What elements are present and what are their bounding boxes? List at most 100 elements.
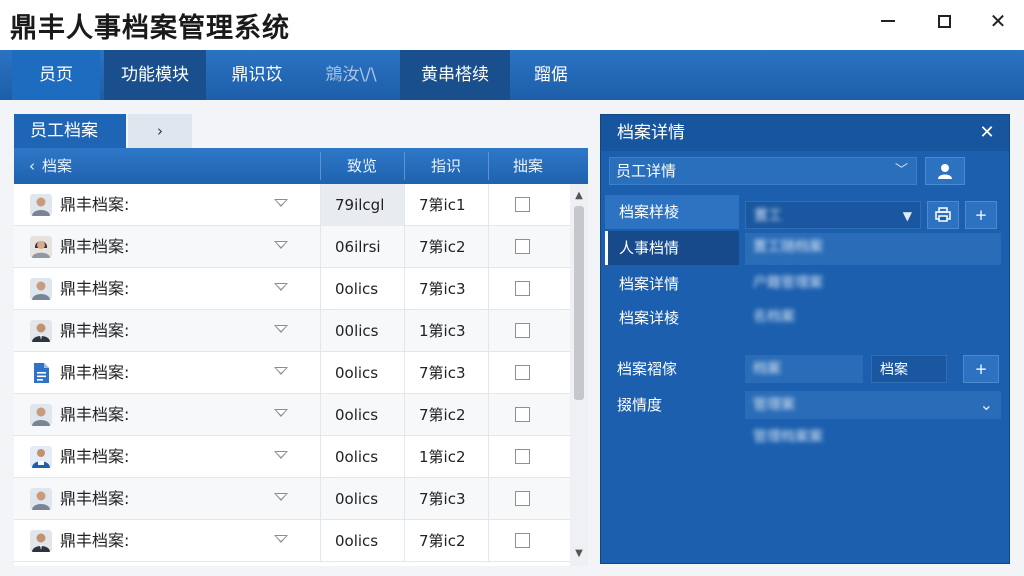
maximize-icon	[937, 14, 951, 28]
menu-item-3[interactable]: 鼎识苡	[212, 50, 302, 100]
table-row[interactable]: 鼎丰档案: 0olics 1第ic2	[14, 436, 570, 478]
detail-nav-item-2[interactable]: 人事档情	[605, 231, 739, 265]
scroll-up-icon[interactable]: ▲	[570, 188, 588, 204]
tab-strip: 员工档案 ›	[14, 114, 588, 148]
caret-down-icon[interactable]	[274, 493, 288, 501]
row-checkbox[interactable]	[515, 449, 530, 464]
row-name: 鼎丰档案:	[60, 489, 130, 508]
table-row[interactable]: 鼎丰档案: 0olics 7第ic2	[14, 394, 570, 436]
column-header-1[interactable]: 致览	[320, 148, 404, 184]
tab-next-button[interactable]: ›	[128, 114, 192, 148]
menu-item-6[interactable]: 蹓倨	[512, 50, 590, 100]
table-row[interactable]: 鼎丰档案: 0olics 7第ic3	[14, 478, 570, 520]
row-cell-3	[488, 268, 570, 310]
table-row[interactable]: 鼎丰档案: 06ilrsi 7第ic2	[14, 226, 570, 268]
row-name: 鼎丰档案:	[60, 237, 130, 256]
close-button[interactable]: ✕	[978, 6, 1018, 36]
caret-down-icon[interactable]	[274, 367, 288, 375]
field-a1-value: 档案	[753, 361, 781, 377]
row-checkbox[interactable]	[515, 239, 530, 254]
caret-down-icon: ▼	[902, 209, 912, 223]
menu-item-modules[interactable]: 功能模块	[104, 50, 206, 100]
close-icon: ✕	[989, 9, 1007, 33]
caret-down-icon[interactable]	[274, 199, 288, 207]
row-cell-3	[488, 352, 570, 394]
row-cell-3	[488, 436, 570, 478]
detail-nav-item-1[interactable]: 档案样棱	[605, 195, 739, 229]
department-select[interactable]: 置工 ▼	[745, 201, 921, 229]
field-b-value: 管理案	[753, 397, 795, 413]
row-checkbox[interactable]	[515, 323, 530, 338]
column-header-3[interactable]: 拙案	[488, 148, 568, 184]
row-checkbox[interactable]	[515, 491, 530, 506]
caret-down-icon[interactable]	[274, 535, 288, 543]
add-button-1[interactable]: +	[965, 201, 997, 229]
person-suit-icon	[30, 530, 52, 552]
row-checkbox[interactable]	[515, 533, 530, 548]
caret-down-icon[interactable]	[274, 325, 288, 333]
person-male-icon	[30, 488, 52, 510]
detail-type-value: 员工详情	[616, 162, 677, 180]
scroll-thumb[interactable]	[574, 206, 584, 400]
chevron-down-icon: ⌄	[979, 395, 993, 414]
row-cell-1: 79ilcgl	[320, 184, 404, 226]
row-cell-3	[488, 226, 570, 268]
person-male-icon	[30, 278, 52, 300]
row-cell-2: 1第ic2	[404, 436, 488, 478]
row-cell-3	[488, 520, 570, 562]
row-checkbox[interactable]	[515, 281, 530, 296]
row-cell-1: 06ilrsi	[320, 226, 404, 268]
row-name: 鼎丰档案:	[60, 321, 130, 340]
row-name: 鼎丰档案:	[60, 531, 130, 550]
detail-type-select[interactable]: 员工详情 ﹀	[609, 157, 917, 185]
table-row[interactable]: 鼎丰档案: 79ilcgl 7第ic1	[14, 184, 570, 226]
caret-down-icon[interactable]	[274, 409, 288, 417]
print-button[interactable]	[927, 201, 959, 229]
field-b-select[interactable]: 管理案 ⌄	[745, 391, 1001, 419]
row-cell-1: 0olics	[320, 352, 404, 394]
tab-employee-archive[interactable]: 员工档案	[14, 114, 126, 148]
row-cell-2: 1第ic3	[404, 310, 488, 352]
row-checkbox[interactable]	[515, 365, 530, 380]
table-row[interactable]: 鼎丰档案: 0olics 7第ic3	[14, 352, 570, 394]
column-header-name[interactable]: 档案	[42, 148, 82, 184]
row-cell-2: 7第ic3	[404, 478, 488, 520]
user-search-icon	[938, 164, 952, 179]
person-female-icon	[30, 236, 52, 258]
maximize-button[interactable]	[924, 6, 964, 36]
caret-down-icon[interactable]	[274, 241, 288, 249]
field-a2-input[interactable]: 档案	[871, 355, 947, 383]
row-cell-2: 7第ic1	[404, 184, 488, 226]
field-label-a: 档案褶傢	[617, 360, 678, 378]
menu-bar: 员页 功能模块 鼎识苡 鵍汝\/\ 黄串榙续 蹓倨	[0, 50, 1024, 100]
menu-item-5[interactable]: 黄串榙续	[400, 50, 510, 100]
caret-down-icon[interactable]	[274, 283, 288, 291]
column-header-2[interactable]: 指识	[404, 148, 488, 184]
title-bar: 鼎丰人事档案管理系统 ✕	[0, 0, 1024, 50]
menu-item-home[interactable]: 员页	[12, 50, 100, 100]
row-cell-2: 7第ic2	[404, 226, 488, 268]
printer-icon	[935, 207, 951, 222]
row-checkbox[interactable]	[515, 197, 530, 212]
row-cell-2: 7第ic2	[404, 394, 488, 436]
detail-nav-item-3[interactable]: 档案详情	[605, 267, 739, 301]
row-checkbox[interactable]	[515, 407, 530, 422]
app-title: 鼎丰人事档案管理系统	[10, 13, 290, 44]
caret-down-icon[interactable]	[274, 451, 288, 459]
menu-item-4[interactable]: 鵍汝\/\	[304, 50, 398, 100]
user-search-button[interactable]	[925, 157, 965, 185]
add-button-2[interactable]: +	[963, 355, 999, 383]
minimize-button[interactable]	[868, 6, 908, 36]
table-row[interactable]: 鼎丰档案: 0olics 7第ic3	[14, 268, 570, 310]
detail-line-3: 名档案	[745, 303, 1001, 335]
back-chevron-icon[interactable]: ‹	[24, 148, 40, 184]
scroll-down-icon[interactable]: ▼	[570, 546, 588, 562]
table-row[interactable]: 鼎丰档案: 00lics 1第ic3	[14, 310, 570, 352]
field-a1-input[interactable]: 档案	[745, 355, 863, 383]
detail-close-icon[interactable]: ✕	[975, 121, 999, 145]
table-row[interactable]: 鼎丰档案: 0olics 7第ic2	[14, 520, 570, 562]
detail-line-4: 管理档案案	[745, 423, 1001, 455]
blurred-text: 户籍管理案	[753, 275, 823, 291]
detail-nav-item-4[interactable]: 档案详棱	[605, 301, 739, 335]
vertical-scrollbar[interactable]: ▲ ▼	[570, 184, 588, 566]
